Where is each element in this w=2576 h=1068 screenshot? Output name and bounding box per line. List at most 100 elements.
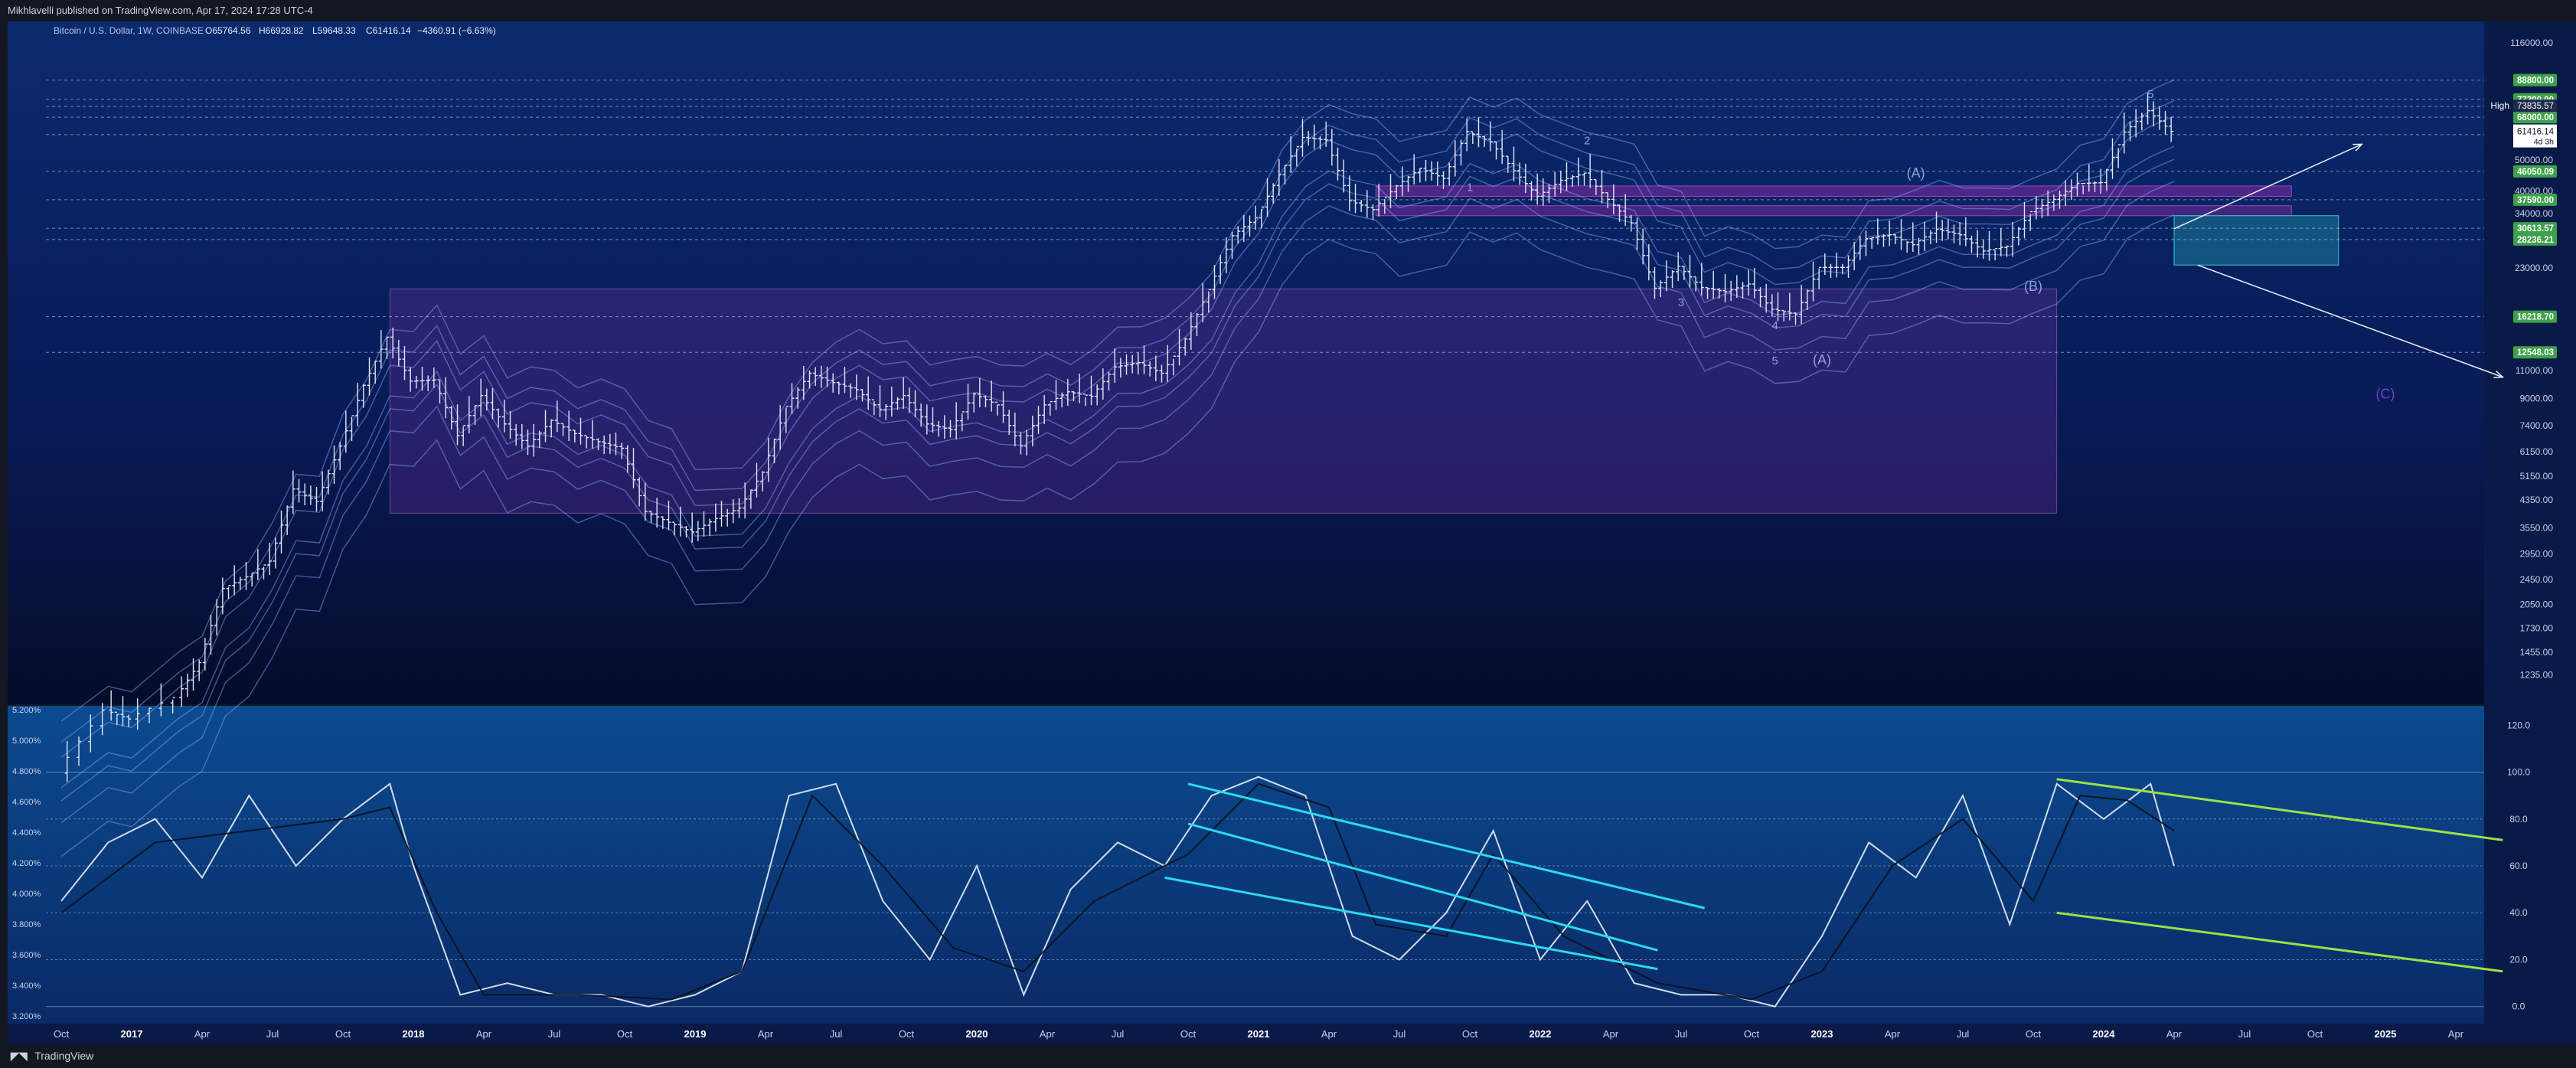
osc-left-axis-tick: 3.800% [12,920,41,929]
time-axis-tick: Jul [548,1028,561,1040]
osc-left-axis-tick: 4.800% [12,767,41,776]
wave-label: 5 [1771,354,1778,367]
price-axis-tick: 2050.00 [2520,599,2554,610]
time-axis-tick: 2025 [2375,1028,2397,1040]
osc-axis-tick: 100.0 [2507,767,2530,778]
price-axis-tick: 2450.00 [2520,574,2554,585]
high-marker-label: High [2490,100,2509,111]
time-axis-tick: Oct [1180,1028,1197,1040]
price-axis-tick: 9000.00 [2520,394,2554,404]
price-axis-tick: 3550.00 [2520,523,2554,534]
time-axis-tick: 2017 [121,1028,143,1040]
wave-label: (C) [2376,387,2395,402]
price-axis-tick: 50000.00 [2515,155,2553,165]
wave-label: 2 [1584,134,1590,147]
osc-left-axis-tick: 3.600% [12,951,41,960]
time-axis-tick: Jul [1112,1028,1125,1040]
zone-purple-range [389,288,2058,514]
time-axis-tick: Apr [476,1028,492,1040]
wave-label: 1 [1467,181,1473,194]
wave-label: (A) [1907,165,1925,181]
time-axis-tick: 2020 [966,1028,988,1040]
price-axis-tick: 11000.00 [2516,365,2553,376]
price-label-text: 16218.70 [2517,313,2554,322]
price-axis-tick: 34000.00 [2515,208,2553,219]
price-label-text: 68000.00 [2517,113,2554,122]
wave-label: 3 [1678,296,1684,309]
price-axis-tick: 1235.00 [2520,670,2554,681]
symbol-title: Bitcoin / U.S. Dollar, 1W, COINBASE [54,25,204,36]
wave-label: 4 [1771,319,1778,332]
high-marker-value: 73835.57 [2517,102,2554,111]
osc-axis-tick: 80.0 [2509,814,2528,825]
osc-left-axis-tick: 5.200% [12,706,41,715]
price-axis-tick: 7400.00 [2520,420,2554,431]
zone-magenta-support [1375,205,2292,217]
osc-left-axis-tick: 4.600% [12,798,41,807]
price-axis-tick: 2950.00 [2520,548,2554,559]
time-axis-tick: Oct [335,1028,351,1040]
osc-left-axis-tick: 4.400% [12,828,41,838]
osc-left-axis-tick: 3.400% [12,981,41,991]
chart-labels: Bitcoin / U.S. Dollar, 1W, COINBASE O657… [54,25,496,36]
time-axis-tick: 2019 [684,1028,707,1040]
price-label-text: 28236.21 [2517,236,2555,245]
time-axis-tick: 2022 [1530,1028,1552,1040]
time-axis-tick: Apr [1885,1028,1901,1040]
osc-left-axis-tick: 5.000% [12,736,41,746]
time-axis-tick: Apr [2166,1028,2183,1040]
time-axis-tick: Oct [54,1028,70,1040]
tradingview-logo-icon: ◤◥ [11,1050,28,1062]
time-axis-tick: Jul [266,1028,279,1040]
time-axis-tick: 2023 [1811,1028,1833,1040]
price-axis-tick: 23000.00 [2515,263,2553,273]
osc-axis-tick: 20.0 [2509,954,2528,965]
footer: ◤◥ TradingView [0,1044,2576,1068]
ohlc-high: H66928.82 [259,25,304,36]
zone-magenta-resistance [1375,185,2292,197]
ohlc-close: C61416.14 [366,25,411,36]
time-axis-tick: Jul [1393,1028,1406,1040]
price-label-text: 30613.57 [2517,224,2554,234]
wave-label: (B) [2024,279,2042,294]
price-label-text: 88800.00 [2517,77,2554,86]
price-axis-tick: 4350.00 [2520,495,2554,505]
time-axis-tick: Apr [2448,1028,2464,1040]
time-axis-tick: Jul [830,1028,843,1040]
price-label-text: 12548.03 [2517,348,2554,358]
price-label-text: 37590.00 [2517,196,2554,205]
zone-teal-target [2173,215,2339,266]
time-axis-tick: Oct [617,1028,633,1040]
price-axis-tick: 1455.00 [2520,647,2554,658]
publish-header: Mikhlavelli published on TradingView.com… [0,0,2576,21]
time-axis-tick: Oct [899,1028,915,1040]
footer-brand: TradingView [34,1050,94,1062]
current-price-value: 61416.14 [2517,128,2555,137]
time-axis-tick: Apr [758,1028,774,1040]
time-axis-tick: Oct [1744,1028,1760,1040]
bar-countdown: 4d 3h [2534,138,2554,147]
osc-pane-bg [8,706,2484,1024]
osc-left-axis-tick: 4.000% [12,890,41,899]
price-axis-tick: 5150.00 [2520,471,2554,482]
price-axis-tick: 1730.00 [2520,622,2554,633]
wave-label: 5 [2147,88,2153,101]
osc-axis-tick: 40.0 [2509,907,2528,918]
tradingview-snapshot: Mikhlavelli published on TradingView.com… [0,0,2576,1068]
price-axis-tick: 6150.00 [2520,446,2554,457]
wave-label: (A) [1813,352,1831,367]
time-axis-tick: 2021 [1248,1028,1270,1040]
price-label-text: 46050.09 [2517,168,2554,177]
time-axis-tick: 2018 [403,1028,425,1040]
ohlc-open: O65764.56 [205,25,251,36]
osc-axis-tick: 60.0 [2509,861,2528,871]
ohlc-low: L59648.33 [312,25,356,36]
price-chart[interactable]: 1 2 3 4 5 (A) (B) (C) 5 (A) 116000.00 68000.00 5000… [0,21,2576,1044]
time-axis-tick: Jul [1957,1028,1970,1040]
osc-left-axis-tick: 3.200% [12,1012,41,1021]
osc-left-axis-tick: 4.200% [12,859,41,868]
time-axis-tick: Apr [1321,1028,1337,1040]
osc-axis-tick: 0.0 [2512,1001,2525,1012]
ohlc-change: −4360.91 (−6.63%) [417,25,496,36]
time-axis-tick: Jul [1675,1028,1688,1040]
